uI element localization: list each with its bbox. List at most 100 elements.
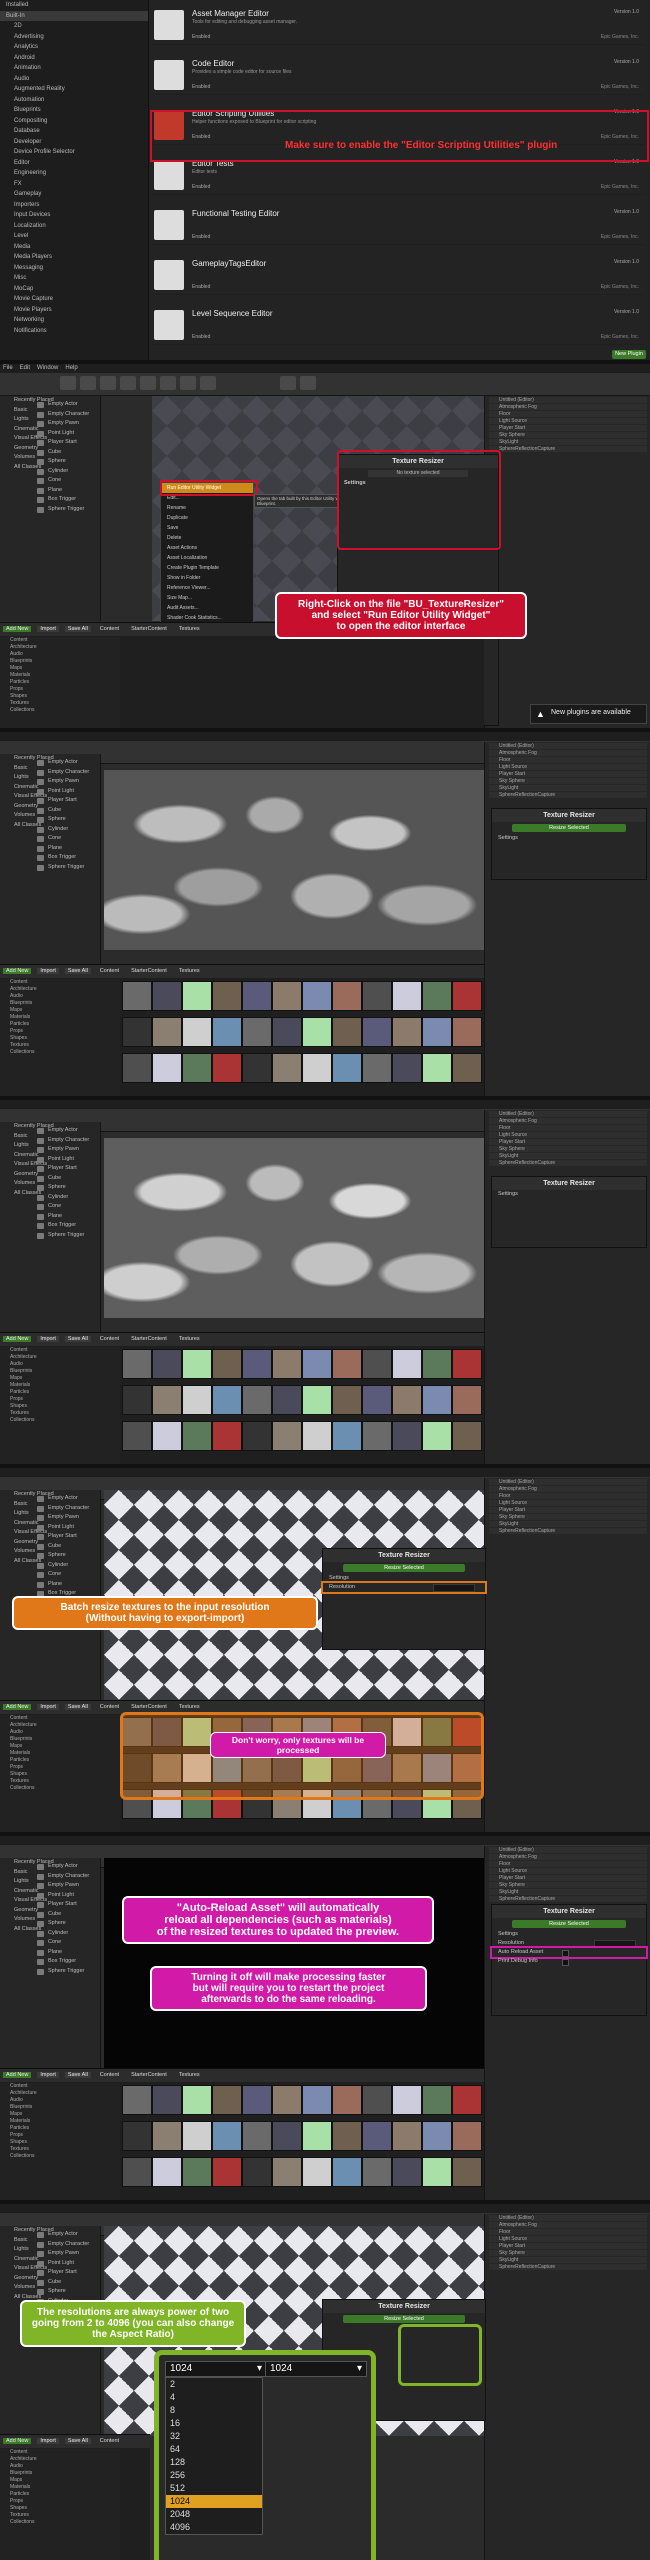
content-tree-item[interactable]: Props — [0, 2498, 120, 2505]
content-button[interactable]: Save All — [64, 626, 91, 632]
texture-asset-tile[interactable] — [362, 2121, 392, 2151]
context-menu-item[interactable]: Reference Viewer... — [161, 583, 253, 593]
texture-asset-tile[interactable] — [122, 1349, 152, 1379]
content-button[interactable]: Import — [37, 2072, 59, 2078]
place-asset[interactable]: Empty Character — [34, 410, 98, 420]
outliner-item[interactable]: Sky Sphere — [489, 1146, 647, 1152]
place-asset[interactable]: Player Start — [34, 2268, 98, 2278]
content-tree-item[interactable]: Materials — [0, 2118, 120, 2125]
debug-row[interactable]: Print Debug Info — [492, 1957, 646, 1966]
texture-asset-tile[interactable] — [152, 1421, 182, 1451]
place-asset[interactable]: Cylinder — [34, 1929, 98, 1939]
texture-asset-tile[interactable] — [422, 1421, 452, 1451]
outliner-item[interactable]: Atmospheric Fog — [489, 1854, 647, 1860]
place-asset[interactable]: Plane — [34, 1948, 98, 1958]
content-button[interactable]: Import — [37, 1336, 59, 1342]
content-tree-item[interactable]: Content — [0, 1347, 120, 1354]
outliner-item[interactable]: Light Source — [489, 1868, 647, 1874]
texture-asset-tile[interactable] — [362, 2085, 392, 2115]
outliner-item[interactable]: SphereReflectionCapture — [489, 446, 647, 452]
place-asset[interactable]: Cone — [34, 1938, 98, 1948]
outliner-item[interactable]: Untitled (Editor) — [489, 1847, 647, 1853]
auto-reload-checkbox[interactable] — [562, 1950, 569, 1957]
outliner-item[interactable]: Untitled (Editor) — [489, 743, 647, 749]
outliner-item[interactable]: SphereReflectionCapture — [489, 1528, 647, 1534]
place-asset[interactable]: Cylinder — [34, 1561, 98, 1571]
resize-selected-button[interactable]: Resize Selected — [343, 1564, 465, 1572]
texture-asset-tile[interactable] — [122, 1017, 152, 1047]
texture-asset-tile[interactable] — [452, 981, 482, 1011]
texture-asset-tile[interactable] — [122, 1421, 152, 1451]
outliner-item[interactable]: Atmospheric Fog — [489, 750, 647, 756]
plugin-category-item[interactable]: FX — [0, 179, 148, 190]
plugin-category-item[interactable]: Notifications — [0, 326, 148, 337]
content-button[interactable]: Save All — [64, 1336, 91, 1342]
outliner-item[interactable]: Untitled (Editor) — [489, 397, 647, 403]
texture-asset-tile[interactable] — [272, 1349, 302, 1379]
plugin-enabled-checkbox[interactable]: Enabled — [192, 334, 210, 340]
texture-asset-tile[interactable] — [452, 2157, 482, 2187]
texture-asset-tile[interactable] — [392, 1053, 422, 1083]
content-tree-item[interactable]: Blueprints — [0, 1000, 120, 1007]
content-tree-item[interactable]: Props — [0, 1028, 120, 1035]
place-asset[interactable]: Cube — [34, 1174, 98, 1184]
content-tree-item[interactable]: Blueprints — [0, 658, 120, 665]
content-tree-item[interactable]: Particles — [0, 679, 120, 686]
texture-asset-tile[interactable] — [452, 1017, 482, 1047]
texture-asset-tile[interactable] — [212, 2157, 242, 2187]
plugin-category-item[interactable]: Input Devices — [0, 210, 148, 221]
content-tree-item[interactable]: Particles — [0, 1389, 120, 1396]
save-icon[interactable] — [60, 376, 76, 390]
content-tree-item[interactable]: Shapes — [0, 1403, 120, 1410]
content-tree-item[interactable]: Shapes — [0, 2505, 120, 2512]
outliner-item[interactable]: SkyLight — [489, 439, 647, 445]
texture-asset-tile[interactable] — [392, 1349, 422, 1379]
content-tree-item[interactable]: Audio — [0, 1729, 120, 1736]
settings-icon[interactable] — [140, 376, 156, 390]
plugin-row[interactable]: Functional Testing Editor Version 1.0 Enab… — [150, 206, 645, 245]
place-asset[interactable]: Box Trigger — [34, 1957, 98, 1967]
texture-asset-tile[interactable] — [152, 1017, 182, 1047]
texture-asset-tile[interactable] — [362, 1017, 392, 1047]
texture-asset-tile[interactable] — [272, 1053, 302, 1083]
texture-asset-tile[interactable] — [422, 2157, 452, 2187]
breadcrumb-item[interactable]: Content — [100, 2438, 119, 2444]
place-asset[interactable]: Plane — [34, 1212, 98, 1222]
outliner-item[interactable]: Sky Sphere — [489, 778, 647, 784]
content-tree-item[interactable]: Textures — [0, 1778, 120, 1785]
content-tree-item[interactable]: Maps — [0, 2477, 120, 2484]
context-menu-item[interactable]: Create Plugin Template — [161, 563, 253, 573]
content-tree-item[interactable]: Props — [0, 2132, 120, 2139]
content-tree-item[interactable]: Props — [0, 1396, 120, 1403]
place-asset[interactable]: Player Start — [34, 796, 98, 806]
outliner-item[interactable]: Sky Sphere — [489, 1882, 647, 1888]
build-icon[interactable] — [200, 376, 216, 390]
texture-asset-tile[interactable] — [302, 2085, 332, 2115]
cinematics-icon[interactable] — [180, 376, 196, 390]
place-asset[interactable]: Cylinder — [34, 1193, 98, 1203]
texture-asset-tile[interactable] — [182, 1349, 212, 1379]
breadcrumb-item[interactable]: StarterContent — [131, 2072, 167, 2078]
content-button[interactable]: Add New — [3, 1336, 32, 1342]
content-tree-item[interactable]: Collections — [0, 1785, 120, 1792]
content-tree-item[interactable]: Architecture — [0, 644, 120, 651]
place-asset[interactable]: Box Trigger — [34, 853, 98, 863]
texture-asset-tile[interactable] — [362, 981, 392, 1011]
place-asset[interactable]: Sphere — [34, 2287, 98, 2297]
content-button[interactable]: Import — [37, 626, 59, 632]
place-asset[interactable]: Sphere — [34, 457, 98, 467]
outliner-item[interactable]: SphereReflectionCapture — [489, 1160, 647, 1166]
texture-asset-tile[interactable] — [272, 2085, 302, 2115]
content-tree-item[interactable]: Maps — [0, 2111, 120, 2118]
context-menu-item[interactable]: Delete — [161, 533, 253, 543]
texture-asset-tile[interactable] — [212, 1053, 242, 1083]
context-menu-item[interactable]: Size Map... — [161, 593, 253, 603]
content-tree-item[interactable]: Blueprints — [0, 1368, 120, 1375]
source-control-icon[interactable] — [80, 376, 96, 390]
outliner-item[interactable]: Floor — [489, 1861, 647, 1867]
plugin-row[interactable]: Asset Manager Editor Tools for editing an… — [150, 6, 645, 45]
outliner-item[interactable]: Floor — [489, 2229, 647, 2235]
texture-asset-tile[interactable] — [362, 2157, 392, 2187]
texture-asset-tile[interactable] — [392, 1385, 422, 1415]
resolution-option[interactable]: 32 — [166, 2430, 262, 2443]
